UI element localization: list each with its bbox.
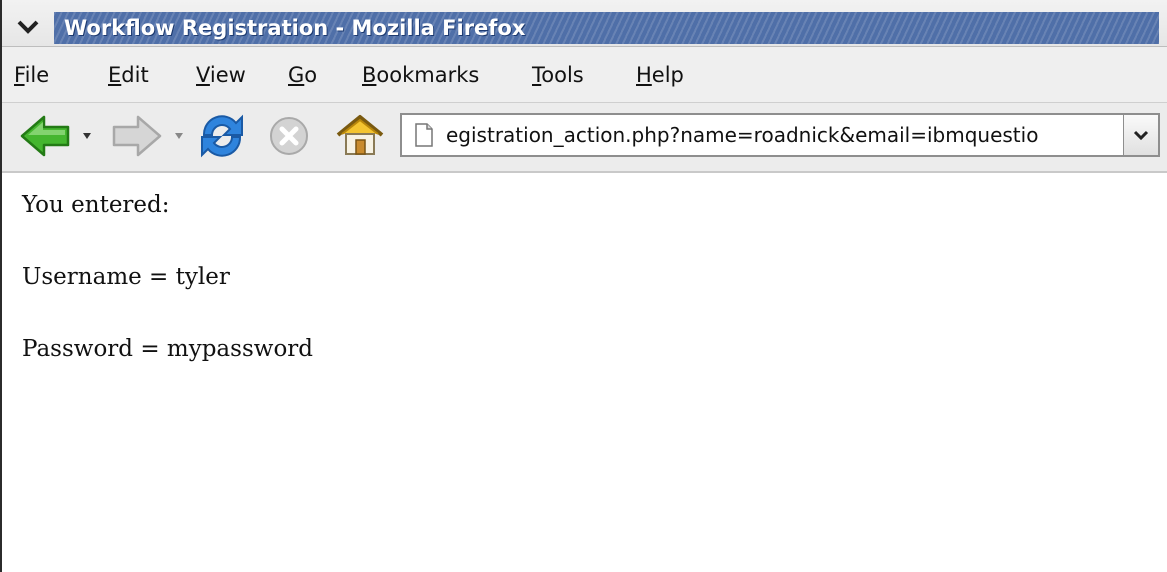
menu-bookmarks-rest: ookmarks: [376, 63, 480, 87]
url-text[interactable]: egistration_action.php?name=roadnick&ema…: [446, 123, 1106, 147]
home-icon[interactable]: [332, 111, 388, 161]
menu-help-rest: elp: [651, 63, 684, 87]
chevron-down-icon: [17, 20, 39, 34]
menu-view-rest: iew: [209, 63, 246, 87]
navigation-toolbar: egistration_action.php?name=roadnick&ema…: [2, 103, 1167, 173]
menu-view[interactable]: View: [196, 63, 246, 87]
window-menu-button[interactable]: [8, 12, 48, 42]
menu-file-rest: ile: [24, 63, 50, 87]
menu-help[interactable]: Help: [636, 63, 684, 87]
chevron-down-icon: [1133, 130, 1149, 141]
menu-edit[interactable]: Edit: [108, 63, 149, 87]
menu-go[interactable]: Go: [288, 63, 317, 87]
title-bar: Workflow Registration - Mozilla Firefox: [2, 0, 1167, 47]
page-icon: [415, 123, 433, 147]
page-content: You entered: Username = tyler Password =…: [22, 190, 1142, 406]
menu-tools-rest: ools: [541, 63, 584, 87]
menu-bar: File Edit View Go Bookmarks Tools Help: [2, 47, 1167, 103]
password-text: Password = mypassword: [22, 336, 314, 362]
menu-bookmarks-accel: B: [362, 63, 377, 87]
back-arrow-icon[interactable]: [18, 111, 74, 161]
url-bar[interactable]: egistration_action.php?name=roadnick&ema…: [400, 113, 1160, 157]
menu-edit-rest: dit: [121, 63, 149, 87]
reload-icon[interactable]: [196, 111, 248, 161]
url-dropdown-button[interactable]: [1123, 115, 1158, 155]
you-entered-text: You entered:: [22, 192, 170, 218]
title-strip: Workflow Registration - Mozilla Firefox: [54, 12, 1159, 44]
menu-file[interactable]: File: [14, 63, 49, 87]
stop-icon[interactable]: [264, 111, 314, 161]
browser-window: Workflow Registration - Mozilla Firefox …: [0, 0, 1167, 572]
menu-edit-accel: E: [108, 63, 122, 87]
menu-help-accel: H: [636, 63, 652, 87]
menu-file-accel: F: [14, 63, 25, 87]
window-title: Workflow Registration - Mozilla Firefox: [64, 16, 526, 40]
forward-dropdown-icon[interactable]: [174, 131, 184, 141]
back-dropdown-icon[interactable]: [82, 131, 92, 141]
menu-view-accel: V: [196, 63, 210, 87]
menu-tools-accel: T: [532, 63, 542, 87]
username-text: Username = tyler: [22, 264, 230, 290]
menu-go-rest: o: [304, 63, 318, 87]
menu-tools[interactable]: Tools: [532, 63, 584, 87]
menu-bookmarks[interactable]: Bookmarks: [362, 63, 479, 87]
menu-go-accel: G: [288, 63, 305, 87]
forward-arrow-icon[interactable]: [108, 111, 164, 161]
